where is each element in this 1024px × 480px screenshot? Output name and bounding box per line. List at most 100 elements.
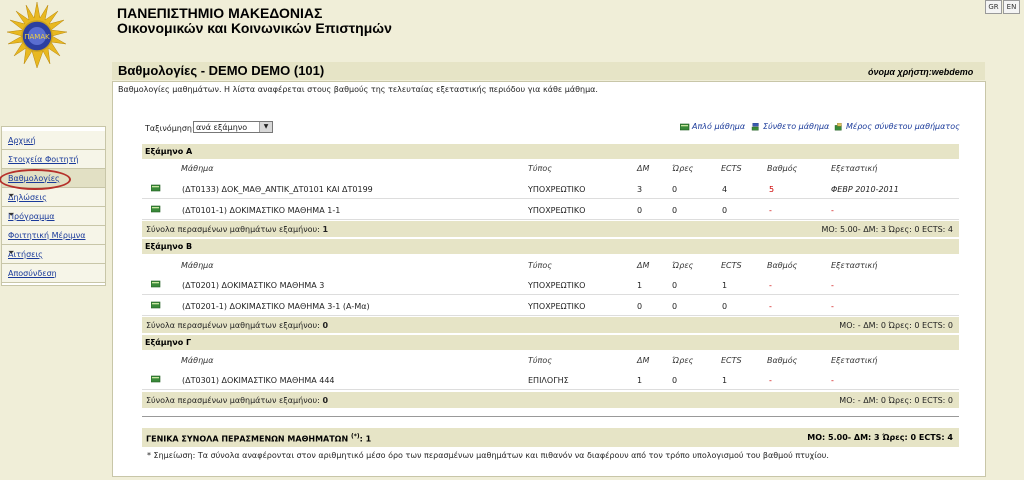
university-name: ΠΑΝΕΠΙΣΤΗΜΙΟ ΜΑΚΕΔΟΝΙΑΣ bbox=[117, 5, 323, 21]
general-ects: 4 bbox=[947, 433, 953, 442]
totals-hours: 0 bbox=[914, 396, 920, 405]
course-hours: 0 bbox=[672, 185, 678, 194]
footnote: * Σημείωση: Τα σύνολα αναφέρονται στον α… bbox=[147, 451, 829, 460]
totals-mo: 5.00 bbox=[839, 225, 858, 234]
col-ects: ECTS bbox=[721, 261, 742, 270]
course-dm: 0 bbox=[637, 206, 643, 215]
col-grade: Βαθμός bbox=[767, 356, 798, 365]
highlight-annotation bbox=[0, 169, 71, 190]
column-header-row: Μάθημα Τύπος ΔΜ Ώρες ECTS Βαθμός Εξεταστ… bbox=[142, 160, 959, 175]
course-name: (ΔΤ0201-1) ΔΟΚΙΜΑΣΤΙΚΟ ΜΑΘΗΜΑ 3-1 (Α-Μα) bbox=[182, 302, 370, 311]
course-dm: 1 bbox=[637, 281, 643, 290]
course-grade: 5 bbox=[769, 185, 775, 194]
table-row[interactable]: (ΔΤ0201) ΔΟΚΙΜΑΣΤΙΚΟ ΜΑΘΗΜΑ 3 ΥΠΟΧΡΕΩΤΙΚ… bbox=[142, 276, 959, 295]
book-icon bbox=[151, 205, 161, 213]
totals-summary: ΜΟ: - ΔΜ: 0 Ώρες: 0 ECTS: 0 bbox=[839, 396, 953, 405]
course-ects: 0 bbox=[722, 206, 728, 215]
totals-hours: 0 bbox=[914, 225, 920, 234]
lang-en-button[interactable]: EN bbox=[1003, 0, 1020, 14]
book-icon bbox=[151, 301, 161, 309]
column-header-row: Μάθημα Τύπος ΔΜ Ώρες ECTS Βαθμός Εξεταστ… bbox=[142, 352, 959, 367]
totals-count: 0 bbox=[322, 321, 329, 330]
course-name: (ΔΤ0101-1) ΔΟΚΙΜΑΣΤΙΚΟ ΜΑΘΗΜΑ 1-1 bbox=[182, 206, 341, 215]
book-icon bbox=[151, 375, 161, 383]
col-course: Μάθημα bbox=[181, 164, 214, 173]
school-name: Οικονομικών και Κοινωνικών Επιστημών bbox=[117, 20, 392, 36]
course-ects: 4 bbox=[722, 185, 728, 194]
totals-dm: 0 bbox=[880, 396, 886, 405]
course-dm: 3 bbox=[637, 185, 643, 194]
book-icon bbox=[151, 280, 161, 288]
totals-ects: 0 bbox=[947, 396, 953, 405]
totals-count: 1 bbox=[322, 225, 329, 234]
col-course: Μάθημα bbox=[181, 261, 214, 270]
sidebar-item-logout[interactable]: Αποσύνδεση bbox=[2, 264, 105, 283]
legend-composite: Σύνθετο μάθημα bbox=[751, 122, 829, 131]
sidebar-item-label: Αποσύνδεση bbox=[8, 269, 57, 278]
sort-label: Ταξινόμηση: bbox=[145, 124, 195, 133]
col-exam: Εξεταστική bbox=[831, 164, 878, 173]
totals-label: Σύνολα περασμένων μαθημάτων εξαμήνου: 0 bbox=[146, 396, 329, 405]
course-type: ΥΠΟΧΡΕΩΤΙΚΟ bbox=[528, 281, 586, 290]
sidebar-item-label: Αρχική bbox=[8, 136, 36, 145]
divider bbox=[142, 416, 959, 417]
course-ects: 0 bbox=[722, 302, 728, 311]
general-hours: 0 bbox=[910, 433, 917, 442]
general-mo: 5.00 bbox=[828, 433, 848, 442]
lang-gr-button[interactable]: GR bbox=[985, 0, 1002, 14]
sidebar-item-label: Φοιτητική Μέριμνα bbox=[8, 231, 86, 240]
totals-dm: 0 bbox=[880, 321, 886, 330]
book-part-icon bbox=[834, 122, 842, 130]
sidebar-item-requests[interactable]: Αιτήσεις ⏷ bbox=[2, 245, 105, 264]
book-icon bbox=[151, 184, 161, 192]
totals-hours: 0 bbox=[914, 321, 920, 330]
table-row[interactable]: (ΔΤ0101-1) ΔΟΚΙΜΑΣΤΙΚΟ ΜΑΘΗΜΑ 1-1 ΥΠΟΧΡΕ… bbox=[142, 201, 959, 220]
col-type: Τύπος bbox=[528, 261, 552, 270]
totals-ects: 4 bbox=[947, 225, 953, 234]
sidebar-item-declarations[interactable]: Δηλώσεις ⏷ bbox=[2, 188, 105, 207]
col-grade: Βαθμός bbox=[767, 164, 798, 173]
legend-simple-label: Απλό μάθημα bbox=[692, 122, 746, 131]
totals-label: Σύνολα περασμένων μαθημάτων εξαμήνου: 0 bbox=[146, 321, 329, 330]
semester-totals-row: Σύνολα περασμένων μαθημάτων εξαμήνου: 0 … bbox=[142, 317, 959, 333]
header: ΠΑΜΑΚ ΠΑΝΕΠΙΣΤΗΜΙΟ ΜΑΚΕΔΟΝΙΑΣ Οικονομικώ… bbox=[0, 0, 1024, 69]
column-header-row: Μάθημα Τύπος ΔΜ Ώρες ECTS Βαθμός Εξεταστ… bbox=[142, 257, 959, 272]
university-logo-icon: ΠΑΜΑΚ bbox=[6, 2, 68, 69]
course-type: ΕΠΙΛΟΓΗΣ bbox=[528, 376, 569, 385]
table-row[interactable]: (ΔΤ0301) ΔΟΚΙΜΑΣΤΙΚΟ ΜΑΘΗΜΑ 444 ΕΠΙΛΟΓΗΣ… bbox=[142, 371, 959, 390]
legend-part: Μέρος σύνθετου μαθήματος bbox=[834, 122, 960, 131]
col-hours: Ώρες bbox=[672, 164, 694, 173]
col-course: Μάθημα bbox=[181, 356, 214, 365]
table-row[interactable]: (ΔΤ0133) ΔΟΚ_ΜΑΘ_ΑΝΤΙΚ_ΔΤ0101 ΚΑΙ ΔΤ0199… bbox=[142, 180, 959, 199]
course-exam: - bbox=[831, 206, 834, 215]
totals-label: Σύνολα περασμένων μαθημάτων εξαμήνου: 1 bbox=[146, 225, 329, 234]
university-title: ΠΑΝΕΠΙΣΤΗΜΙΟ ΜΑΚΕΔΟΝΙΑΣ Οικονομικών και … bbox=[117, 6, 392, 36]
general-asterisk: (*) bbox=[350, 433, 360, 440]
table-row[interactable]: (ΔΤ0201-1) ΔΟΚΙΜΑΣΤΙΚΟ ΜΑΘΗΜΑ 3-1 (Α-Μα)… bbox=[142, 297, 959, 316]
course-ects: 1 bbox=[722, 376, 728, 385]
chevron-down-icon[interactable]: ▼ bbox=[259, 122, 272, 132]
course-type: ΥΠΟΧΡΕΩΤΙΚΟ bbox=[528, 206, 586, 215]
course-hours: 0 bbox=[672, 376, 678, 385]
col-exam: Εξεταστική bbox=[831, 356, 878, 365]
course-exam: - bbox=[831, 281, 834, 290]
course-exam: - bbox=[831, 302, 834, 311]
col-dm: ΔΜ bbox=[637, 356, 650, 365]
totals-dm: 3 bbox=[880, 225, 886, 234]
semester-totals-row: Σύνολα περασμένων μαθημάτων εξαμήνου: 0 … bbox=[142, 392, 959, 408]
course-exam: - bbox=[831, 376, 834, 385]
course-grade: - bbox=[769, 206, 772, 215]
sort-select-value: ανά εξάμηνο bbox=[196, 123, 248, 132]
sidebar-item-schedule[interactable]: Πρόγραμμα ⏷ bbox=[2, 207, 105, 226]
col-type: Τύπος bbox=[528, 164, 552, 173]
page-description: Βαθμολογίες μαθημάτων. Η λίστα αναφέρετα… bbox=[118, 85, 598, 94]
sidebar-item-student-info[interactable]: Στοιχεία Φοιτητή bbox=[2, 150, 105, 169]
book-icon bbox=[680, 123, 690, 130]
course-type: ΥΠΟΧΡΕΩΤΙΚΟ bbox=[528, 185, 586, 194]
col-dm: ΔΜ bbox=[637, 164, 650, 173]
expand-arrow-icon: ⏷ bbox=[8, 191, 15, 200]
sidebar-item-home[interactable]: Αρχική bbox=[2, 131, 105, 150]
col-ects: ECTS bbox=[721, 356, 742, 365]
sidebar-item-student-care[interactable]: Φοιτητική Μέριμνα bbox=[2, 226, 105, 245]
sort-select[interactable]: ανά εξάμηνο ▼ bbox=[193, 121, 273, 133]
